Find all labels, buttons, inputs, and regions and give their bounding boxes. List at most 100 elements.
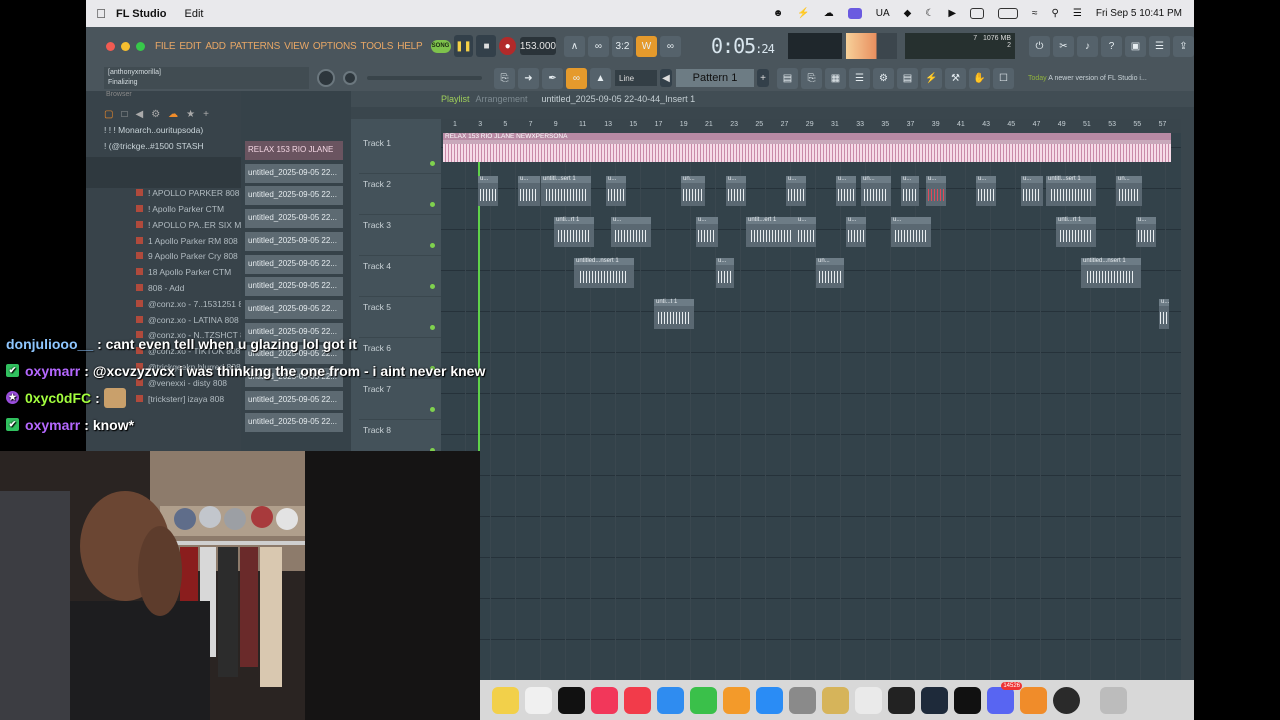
plugin-icon[interactable]: ⚙: [873, 67, 894, 89]
browser-back-icon[interactable]: ◀: [136, 109, 144, 120]
discord-icon[interactable]: 14526: [987, 681, 1022, 714]
notes-icon[interactable]: [492, 686, 519, 714]
pattern-clip[interactable]: u...: [518, 176, 540, 206]
tempo-display[interactable]: 153.000: [519, 37, 556, 55]
menu-edit[interactable]: EDIT: [179, 41, 201, 52]
song-mode-toggle[interactable]: SONG: [430, 39, 451, 53]
cart-icon[interactable]: ☐: [993, 67, 1014, 89]
browser-files-icon[interactable]: □: [121, 109, 127, 120]
track-mute-led[interactable]: [430, 284, 435, 289]
pattern-clip[interactable]: untitled...nsert 1: [574, 258, 634, 288]
screen-mirror-icon[interactable]: [847, 8, 862, 19]
menu-tools[interactable]: TOOLS: [360, 41, 393, 52]
cloud-icon[interactable]: ☁: [824, 8, 834, 19]
pattern-selector[interactable]: Pattern 1: [676, 69, 754, 87]
browser-item[interactable]: 808 - Add: [86, 283, 241, 299]
freeform-icon[interactable]: [525, 686, 552, 714]
pattern-clip[interactable]: un...: [681, 176, 705, 206]
edit-menu[interactable]: Edit: [185, 8, 204, 20]
channel-rack-icon[interactable]: ▦: [825, 67, 846, 89]
browser-all-icon[interactable]: ▢: [104, 109, 113, 120]
capcut-icon[interactable]: [954, 686, 981, 714]
search-icon[interactable]: ⚲: [1052, 8, 1059, 19]
arrangement-grid[interactable]: RELAX 153 RIO JLANE NEWXPERSONA u... u... u…: [441, 133, 1181, 680]
pattern-clip-item[interactable]: untitled_2025-09-05 22...: [245, 254, 343, 274]
record-button[interactable]: ●: [499, 37, 516, 55]
browser-add-icon[interactable]: +: [203, 109, 209, 120]
pattern-clip[interactable]: unti...rt 1: [554, 217, 594, 247]
playlist-icon[interactable]: ▤: [777, 67, 798, 89]
hand-icon[interactable]: ✋: [969, 67, 990, 89]
pattern-clip[interactable]: u...: [926, 176, 946, 206]
pattern-clip[interactable]: unti...t 1: [654, 299, 694, 329]
menu-view[interactable]: VIEW: [284, 41, 309, 52]
pattern-clip[interactable]: u...: [611, 217, 651, 247]
news-panel[interactable]: Today A newer version of FL Studio i...: [1028, 74, 1147, 83]
track-mute-led[interactable]: [430, 161, 435, 166]
step-edit-icon[interactable]: W: [635, 35, 657, 57]
export-icon[interactable]: ⇪: [1173, 35, 1194, 57]
track-header[interactable]: Track 3: [359, 215, 441, 256]
trash-icon[interactable]: [1100, 686, 1127, 714]
browser-item[interactable]: @conz.xo - LATINA 808: [86, 315, 241, 331]
news-icon[interactable]: [624, 686, 651, 714]
track-header[interactable]: Track 4: [359, 256, 441, 297]
pattern-clip[interactable]: u...: [1021, 176, 1043, 206]
oscilloscope[interactable]: [787, 33, 843, 59]
browser-item[interactable]: @conz.xo - 7..1531251 808: [86, 299, 241, 315]
pattern-clip[interactable]: un...: [816, 258, 844, 288]
app-store-icon[interactable]: [756, 686, 783, 714]
pattern-clip[interactable]: u...: [976, 176, 996, 206]
piano-roll-icon[interactable]: ⎘: [494, 67, 515, 89]
cpu-memory-panel[interactable]: 7 1076 MB 2: [905, 33, 1015, 59]
add-pattern-button[interactable]: +: [757, 69, 769, 87]
pattern-clip[interactable]: unti...rt 1: [1056, 217, 1096, 247]
countdown-icon[interactable]: 3:2: [611, 35, 633, 57]
close-window-button[interactable]: [106, 41, 115, 51]
pattern-clip[interactable]: u...: [726, 176, 746, 206]
track-mute-led[interactable]: [430, 202, 435, 207]
master-slider[interactable]: [367, 76, 482, 80]
pattern-clip[interactable]: u...: [1136, 217, 1156, 247]
browser-item[interactable]: ! ! ! Monarch..ouritupsoda): [86, 125, 241, 141]
wifi-icon[interactable]: ≈: [1032, 8, 1038, 19]
pattern-clip-item[interactable]: RELAX 153 RIO JLANE: [245, 141, 343, 160]
master-volume-knob[interactable]: [317, 69, 335, 87]
ilok-icon[interactable]: [888, 686, 915, 714]
wait-input-icon[interactable]: ∞: [587, 35, 609, 57]
keynote-icon[interactable]: [657, 686, 684, 714]
track-header[interactable]: Track 2: [359, 174, 441, 215]
arrow-right-icon[interactable]: ➜: [518, 67, 539, 89]
piano-icon[interactable]: ⎘: [801, 67, 822, 89]
window-icon[interactable]: [970, 8, 985, 19]
plug-icon[interactable]: ⚡: [921, 67, 942, 89]
master-meter[interactable]: [846, 33, 898, 59]
pattern-clip-item[interactable]: untitled_2025-09-05 22...: [245, 277, 343, 297]
play-circle-icon[interactable]: ▶: [948, 8, 956, 19]
pattern-clip[interactable]: u...: [891, 217, 931, 247]
pattern-clip[interactable]: u...: [846, 217, 866, 247]
link-icon[interactable]: ∞: [566, 67, 587, 89]
snap-select[interactable]: Line: [615, 70, 657, 86]
system-settings-icon[interactable]: [789, 686, 816, 714]
browser-plugins-icon[interactable]: ⚙: [151, 109, 160, 120]
pattern-clip-item[interactable]: untitled_2025-09-05 22...: [245, 163, 343, 183]
track-header[interactable]: Track 1: [359, 133, 441, 174]
steam-icon[interactable]: [921, 686, 948, 714]
pattern-clip[interactable]: u...: [696, 217, 718, 247]
browser-cloud-icon[interactable]: ☁: [168, 109, 178, 120]
browser-item[interactable]: [86, 172, 241, 189]
loop-record-icon[interactable]: ∞: [659, 35, 681, 57]
wrench-icon[interactable]: ⚒: [945, 67, 966, 89]
archive-icon[interactable]: [822, 686, 849, 714]
browser-item[interactable]: ! Apollo Parker CTM: [86, 204, 241, 220]
pause-button[interactable]: ❚❚: [453, 35, 474, 57]
mixer-icon[interactable]: ☰: [849, 67, 870, 89]
battery-icon[interactable]: [998, 8, 1019, 19]
input-source[interactable]: UA: [876, 8, 890, 19]
pattern-clip[interactable]: un...: [1116, 176, 1142, 206]
vertical-scrollbar[interactable]: [1181, 119, 1194, 680]
help-icon[interactable]: ?: [1101, 35, 1122, 57]
pattern-clip[interactable]: u...: [716, 258, 734, 288]
pattern-clip[interactable]: un...: [861, 176, 891, 206]
